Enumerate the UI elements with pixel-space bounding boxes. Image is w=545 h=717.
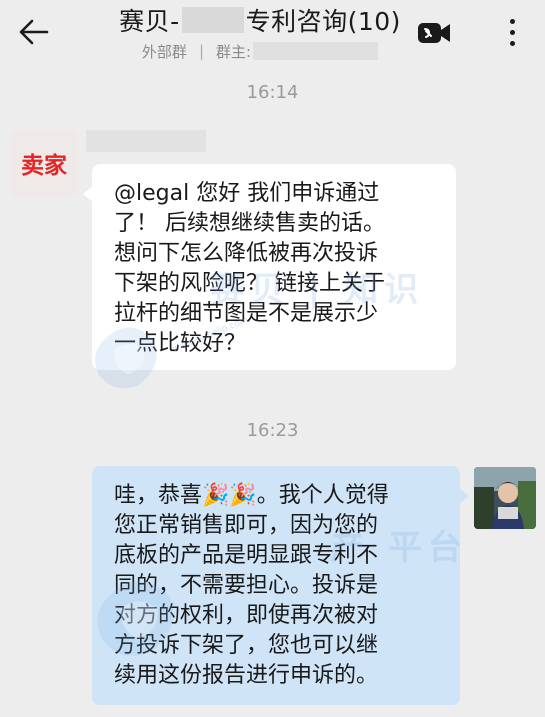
message-line: 对方的权利，即使再次被对 (114, 603, 379, 628)
more-vertical-icon (509, 18, 515, 24)
sent-message-bubble[interactable]: 哇，恭喜🎉🎉。我个人觉得 您正常销售即可，因为您的 底板的产品是明显跟专利不 同… (92, 466, 469, 705)
user-avatar-photo (474, 467, 536, 529)
external-group-label: 外部群 (141, 42, 187, 61)
seller-avatar[interactable]: 卖家 (11, 130, 77, 196)
sender-name-redaction (86, 130, 206, 152)
message-line: 同的，不需要担心。投诉是 (114, 573, 379, 598)
message-timestamp: 16:23 (246, 420, 299, 441)
message-line: 您正常销售即可，因为您的 (114, 513, 379, 538)
message-line: 了！ 后续想继续售卖的话。 (114, 211, 385, 236)
chat-screen: 赛贝- 专利咨询(10) 外部群 | 群主: 16:14 卖家 @legal 您… (0, 0, 545, 717)
message-line: 拉杆的细节图是不是展示少 (114, 301, 379, 326)
user-avatar[interactable] (474, 467, 536, 529)
owner-redaction (253, 42, 379, 60)
message-line: 底板的产品是明显跟专利不 (114, 543, 379, 568)
title-redaction (181, 7, 244, 33)
video-call-button[interactable] (416, 18, 452, 48)
message-timestamp: 16:14 (246, 82, 299, 103)
back-button[interactable] (14, 12, 54, 52)
chat-header: 赛贝- 专利咨询(10) 外部群 | 群主: (0, 0, 545, 66)
chat-title-suffix: 专利咨询(10) (245, 7, 401, 36)
arrow-left-icon (19, 19, 49, 45)
more-vertical-icon (509, 40, 515, 46)
chat-title-area[interactable]: 赛贝- 专利咨询(10) 外部群 | 群主: (100, 4, 420, 64)
message-line: @legal 您好 我们申诉通过 (114, 181, 380, 206)
message-line: 一点比较好？ (114, 331, 247, 356)
message-line: 下架的风险呢？ 链接上关于 (114, 271, 385, 296)
received-message-bubble[interactable]: @legal 您好 我们申诉通过 了！ 后续想继续售卖的话。 想问下怎么降低被再… (83, 164, 456, 370)
group-owner-label: 群主: (216, 42, 252, 61)
message-line: 续用这份报告进行申诉的。 (114, 663, 379, 688)
video-camera-icon (418, 23, 450, 43)
chat-title-prefix: 赛贝- (119, 7, 180, 36)
message-line: 想问下怎么降低被再次投诉 (114, 241, 379, 266)
subtitle-separator: | (198, 42, 204, 60)
more-vertical-icon (509, 29, 515, 35)
message-line: 哇，恭喜🎉🎉。我个人觉得 (114, 483, 389, 508)
avatar-label: 卖家 (21, 153, 67, 179)
message-line: 方投诉下架了，您也可以继 (114, 633, 379, 658)
more-options-button[interactable] (498, 10, 526, 54)
